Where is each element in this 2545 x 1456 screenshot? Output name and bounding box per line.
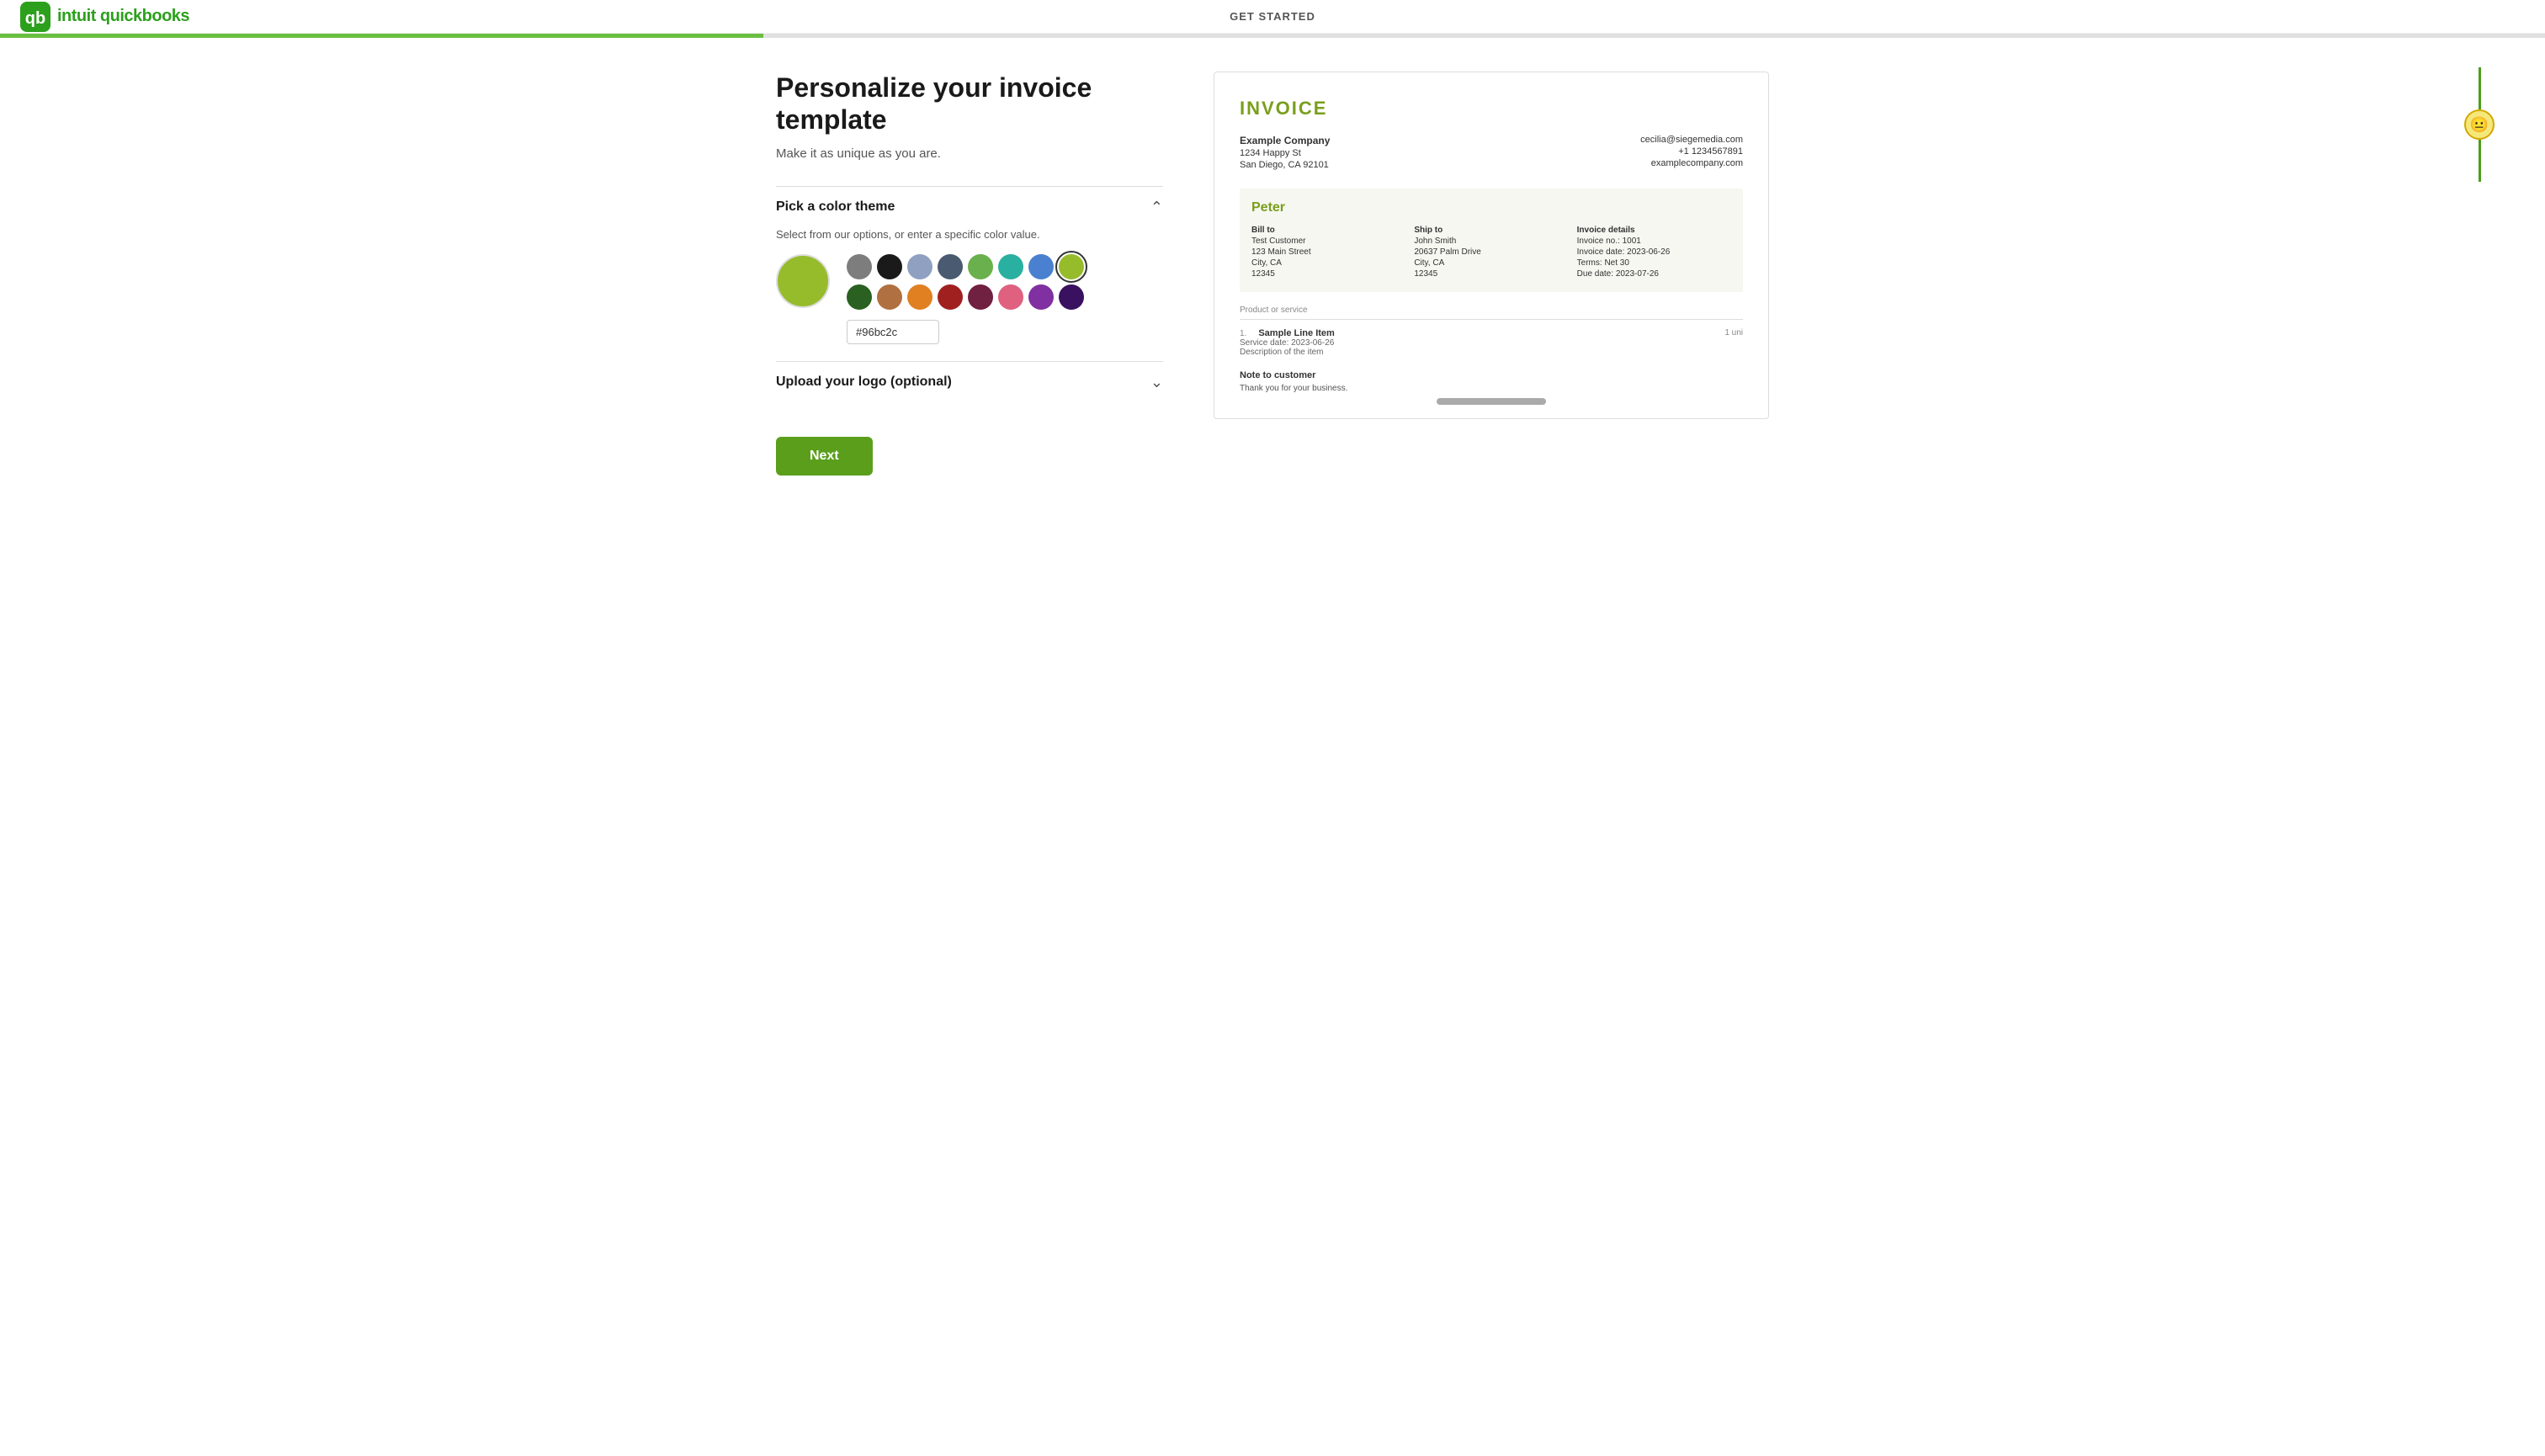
header: qb intuit quickbooks GET STARTED [0, 0, 2545, 34]
line-item-left: 1. Sample Line Item Service date: 2023-0… [1240, 328, 1335, 357]
company-name: Example Company [1240, 135, 1330, 146]
color-swatch-medium-green[interactable] [968, 254, 993, 279]
ship-to-address1: 20637 Palm Drive [1414, 247, 1568, 257]
color-swatch-yellow-green[interactable] [1059, 254, 1084, 279]
quickbooks-logo-text: intuit quickbooks [57, 7, 189, 26]
bill-customer-name: Peter [1251, 200, 1731, 215]
color-swatch-blue[interactable] [1028, 254, 1054, 279]
color-swatches-container [847, 254, 1084, 344]
header-title: GET STARTED [1230, 10, 1315, 23]
logo-area: qb intuit quickbooks [20, 2, 189, 32]
color-swatch-purple[interactable] [1028, 284, 1054, 310]
company-address2: San Diego, CA 92101 [1240, 160, 1330, 170]
bill-to-col: Bill to Test Customer 123 Main Street Ci… [1251, 226, 1405, 280]
line-items-header: Product or service [1240, 306, 1743, 320]
invoice-date: Invoice date: 2023-06-26 [1577, 247, 1731, 257]
invoice-terms: Terms: Net 30 [1577, 258, 1731, 268]
invoice-preview: INVOICE Example Company 1234 Happy St Sa… [1214, 72, 1769, 419]
color-swatch-dark-red[interactable] [938, 284, 963, 310]
logo-section-header[interactable]: Upload your logo (optional) ⌄ [776, 361, 1163, 403]
color-section-chevron-icon: ⌃ [1150, 199, 1163, 216]
ship-to-title: Ship to [1414, 226, 1568, 235]
svg-text:qb: qb [25, 9, 45, 28]
logo-section-title: Upload your logo (optional) [776, 375, 952, 390]
bill-to-address1: 123 Main Street [1251, 247, 1405, 257]
bill-section: Peter Bill to Test Customer 123 Main Str… [1240, 189, 1743, 292]
invoice-details-title: Invoice details [1577, 226, 1731, 235]
quickbooks-logo-icon: qb [20, 2, 50, 32]
ship-to-zip: 12345 [1414, 269, 1568, 279]
page-subtitle: Make it as unique as you are. [776, 146, 1163, 161]
mascot: 😐 [2464, 67, 2495, 182]
color-swatch-pink[interactable] [998, 284, 1023, 310]
bill-to-name: Test Customer [1251, 236, 1405, 246]
bill-to-zip: 12345 [1251, 269, 1405, 279]
mascot-line-bottom [2479, 140, 2481, 182]
color-section-body: Select from our options, or enter a spec… [776, 228, 1163, 361]
note-section: Note to customer Thank you for your busi… [1240, 370, 1743, 393]
color-swatch-brown[interactable] [877, 284, 902, 310]
invoice-title: INVOICE [1240, 98, 1743, 120]
line-item-description: Description of the item [1240, 348, 1335, 357]
line-item-num: 1. [1240, 329, 1246, 338]
next-button[interactable]: Next [776, 437, 873, 476]
contact-phone: +1 1234567891 [1640, 146, 1743, 157]
color-input-row [847, 320, 1084, 344]
note-text: Thank you for your business. [1240, 384, 1743, 393]
ship-to-name: John Smith [1414, 236, 1568, 246]
contact-email: cecilia@siegemedia.com [1640, 135, 1743, 145]
color-swatch-orange[interactable] [907, 284, 932, 310]
bill-to-address2: City, CA [1251, 258, 1405, 268]
line-item-name: Sample Line Item [1258, 328, 1334, 338]
color-swatch-light-blue-gray[interactable] [907, 254, 932, 279]
page-title: Personalize your invoice template [776, 72, 1163, 136]
contact-website: examplecompany.com [1640, 158, 1743, 168]
mascot-line-top [2479, 67, 2481, 109]
invoice-header-row: Example Company 1234 Happy St San Diego,… [1240, 135, 1743, 172]
ship-to-address2: City, CA [1414, 258, 1568, 268]
progress-bar-fill [0, 34, 763, 38]
color-picker-area [776, 254, 1163, 344]
color-swatch-maroon[interactable] [968, 284, 993, 310]
color-swatch-dark-green[interactable] [847, 284, 872, 310]
note-title: Note to customer [1240, 370, 1743, 380]
logo-section-chevron-icon: ⌄ [1150, 374, 1163, 391]
invoice-scrollbar[interactable] [1437, 398, 1546, 405]
selected-color-swatch [776, 254, 830, 308]
line-item-qty: 1 uni [1724, 328, 1743, 357]
invoice-due: Due date: 2023-07-26 [1577, 269, 1731, 279]
color-section-title: Pick a color theme [776, 199, 895, 215]
color-swatch-black[interactable] [877, 254, 902, 279]
bill-to-title: Bill to [1251, 226, 1405, 235]
color-hex-input[interactable] [847, 320, 939, 344]
invoice-details-col: Invoice details Invoice no.: 1001 Invoic… [1577, 226, 1731, 280]
color-swatch-gray[interactable] [847, 254, 872, 279]
color-section-header[interactable]: Pick a color theme ⌃ [776, 186, 1163, 228]
right-panel: INVOICE Example Company 1234 Happy St Sa… [1214, 72, 1769, 476]
company-info: Example Company 1234 Happy St San Diego,… [1240, 135, 1330, 172]
main-content: Personalize your invoice template Make i… [725, 38, 1820, 509]
invoice-number: Invoice no.: 1001 [1577, 236, 1731, 246]
color-grid [847, 254, 1084, 310]
color-swatch-dark-blue-gray[interactable] [938, 254, 963, 279]
bill-columns: Bill to Test Customer 123 Main Street Ci… [1251, 226, 1731, 280]
line-item-service-date: Service date: 2023-06-26 [1240, 338, 1335, 348]
left-panel: Personalize your invoice template Make i… [776, 72, 1163, 476]
contact-info: cecilia@siegemedia.com +1 1234567891 exa… [1640, 135, 1743, 172]
color-swatch-dark-purple[interactable] [1059, 284, 1084, 310]
company-address1: 1234 Happy St [1240, 148, 1330, 158]
table-row: 1. Sample Line Item Service date: 2023-0… [1240, 328, 1743, 357]
ship-to-col: Ship to John Smith 20637 Palm Drive City… [1414, 226, 1568, 280]
mascot-face: 😐 [2464, 109, 2495, 140]
color-swatch-teal[interactable] [998, 254, 1023, 279]
color-instruction: Select from our options, or enter a spec… [776, 228, 1163, 241]
